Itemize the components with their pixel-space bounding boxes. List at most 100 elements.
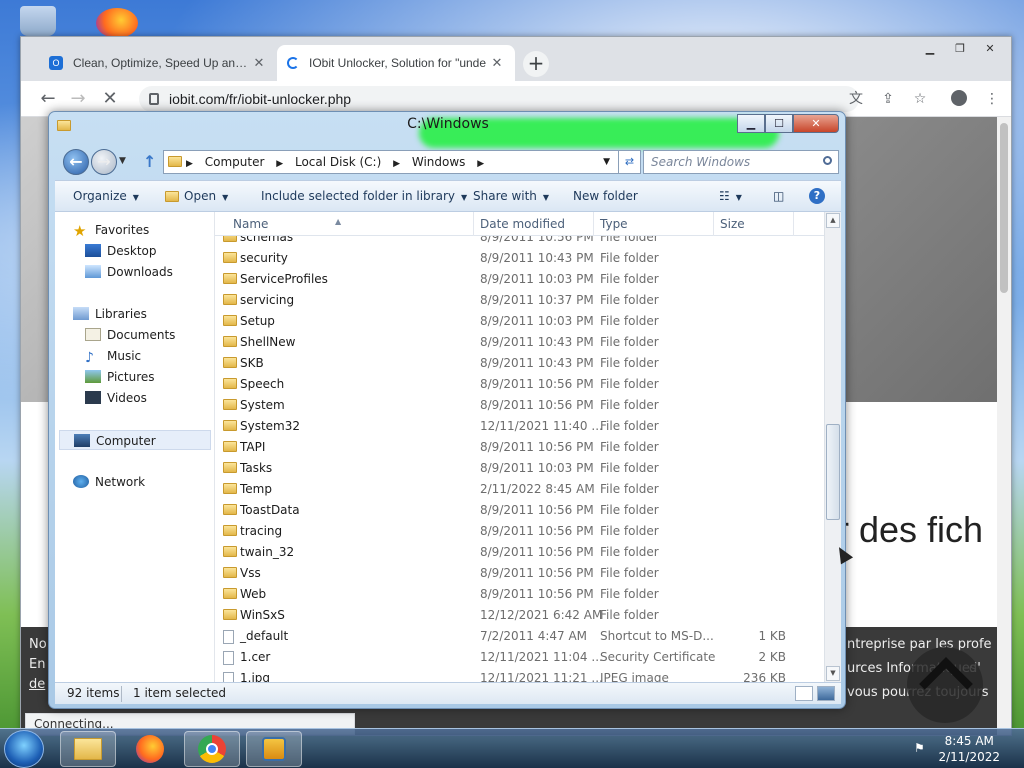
- footer-link[interactable]: de: [29, 677, 45, 692]
- file-row[interactable]: twain_32 8/9/2011 10:56 PM File folder: [215, 542, 827, 563]
- recent-pages-dropdown-icon[interactable]: ▼: [119, 156, 126, 166]
- file-row[interactable]: Setup 8/9/2011 10:03 PM File folder: [215, 311, 827, 332]
- breadcrumb-arrow-icon[interactable]: ▶: [477, 159, 484, 169]
- menu-dots-icon[interactable]: ⋮: [983, 90, 1001, 108]
- file-row[interactable]: System 8/9/2011 10:56 PM File folder: [215, 395, 827, 416]
- file-row[interactable]: SKB 8/9/2011 10:43 PM File folder: [215, 353, 827, 374]
- include-in-library-button[interactable]: Include selected folder in library ▼: [261, 181, 467, 211]
- refresh-icon[interactable]: ⇄: [619, 150, 641, 174]
- restore-button[interactable]: ❐: [947, 39, 973, 57]
- system-clock[interactable]: 8:45 AM 2/11/2022: [938, 733, 1000, 765]
- address-bar[interactable]: iobit.com/fr/iobit-unlocker.php: [139, 86, 859, 112]
- column-divider[interactable]: [593, 212, 594, 236]
- scroll-up-arrow-icon[interactable]: ▲: [826, 213, 840, 228]
- column-date-modified[interactable]: Date modified: [480, 217, 565, 231]
- file-row[interactable]: TAPI 8/9/2011 10:56 PM File folder: [215, 437, 827, 458]
- scrollbar-thumb[interactable]: [826, 424, 840, 520]
- taskbar-chrome[interactable]: [184, 731, 240, 767]
- page-scrollbar[interactable]: [997, 117, 1011, 735]
- large-icons-view-icon[interactable]: [817, 686, 835, 701]
- address-bar[interactable]: ▶ Computer ▶ Local Disk (C:) ▶ Windows ▶…: [163, 150, 619, 174]
- file-row[interactable]: 1.jpg 12/11/2021 11:21 ... JPEG image 236 K…: [215, 668, 827, 682]
- file-row[interactable]: security 8/9/2011 10:43 PM File folder: [215, 248, 827, 269]
- column-divider[interactable]: [793, 212, 794, 236]
- breadcrumb-computer[interactable]: Computer: [205, 155, 265, 169]
- close-button[interactable]: ✕: [977, 39, 1003, 57]
- action-center-flag-icon[interactable]: ⚑: [914, 741, 925, 755]
- stop-loading-icon[interactable]: ✕: [99, 88, 121, 110]
- column-name[interactable]: Name: [233, 217, 268, 231]
- scroll-to-top-button[interactable]: [907, 647, 983, 723]
- nav-pictures[interactable]: Pictures: [85, 367, 155, 387]
- tab-iobit-unlocker[interactable]: IObit Unlocker, Solution for "unde ✕: [277, 45, 515, 81]
- column-divider[interactable]: [713, 212, 714, 236]
- start-button[interactable]: [4, 730, 44, 768]
- preview-pane-icon[interactable]: ◫: [773, 181, 784, 211]
- file-row[interactable]: ToastData 8/9/2011 10:56 PM File folder: [215, 500, 827, 521]
- breadcrumb-arrow-icon[interactable]: ▶: [186, 159, 193, 169]
- file-row[interactable]: _default 7/2/2011 4:47 AM Shortcut to MS-D…: [215, 626, 827, 647]
- address-dropdown-icon[interactable]: ▼: [603, 151, 610, 173]
- file-row[interactable]: System32 12/11/2021 11:40 ... File folder: [215, 416, 827, 437]
- file-row[interactable]: Speech 8/9/2011 10:56 PM File folder: [215, 374, 827, 395]
- column-divider[interactable]: [473, 212, 474, 236]
- file-list-scrollbar[interactable]: ▲ ▼: [824, 212, 841, 682]
- nav-music[interactable]: ♪ Music: [85, 346, 141, 366]
- column-type[interactable]: Type: [600, 217, 628, 231]
- help-icon[interactable]: ?: [809, 188, 825, 204]
- close-tab-icon[interactable]: ✕: [489, 55, 505, 71]
- scroll-down-arrow-icon[interactable]: ▼: [826, 666, 840, 681]
- view-options-button[interactable]: ☷ ▼: [719, 181, 742, 211]
- scrollbar-thumb[interactable]: [1000, 123, 1008, 293]
- file-row[interactable]: schemas 8/9/2011 10:56 PM File folder: [215, 236, 827, 248]
- forward-arrow-icon[interactable]: →: [67, 88, 89, 110]
- file-row[interactable]: Vss 8/9/2011 10:56 PM File folder: [215, 563, 827, 584]
- forward-button[interactable]: →: [91, 149, 117, 175]
- firefox-desktop-icon[interactable]: [96, 8, 138, 38]
- nav-videos[interactable]: Videos: [85, 388, 147, 408]
- taskbar-iobit-unlocker[interactable]: [246, 731, 302, 767]
- search-icon[interactable]: [823, 156, 832, 165]
- taskbar-firefox[interactable]: [122, 731, 178, 767]
- file-row[interactable]: Temp 2/11/2022 8:45 AM File folder: [215, 479, 827, 500]
- new-folder-button[interactable]: New folder: [573, 181, 638, 211]
- organize-button[interactable]: Organize ▼: [73, 181, 139, 211]
- nav-documents[interactable]: Documents: [85, 325, 175, 345]
- new-tab-button[interactable]: +: [523, 51, 549, 77]
- share-with-button[interactable]: Share with ▼: [473, 181, 549, 211]
- nav-computer[interactable]: Computer: [59, 430, 211, 450]
- profile-avatar-icon[interactable]: [951, 90, 967, 106]
- breadcrumb-arrow-icon[interactable]: ▶: [393, 159, 400, 169]
- back-arrow-icon[interactable]: ←: [37, 88, 59, 110]
- nav-network[interactable]: Network: [73, 472, 145, 492]
- recycle-bin-icon[interactable]: [20, 6, 56, 36]
- breadcrumb-arrow-icon[interactable]: ▶: [276, 159, 283, 169]
- nav-favorites[interactable]: ★ Favorites: [73, 220, 149, 240]
- tab-iobit-home[interactable]: O Clean, Optimize, Speed Up and Se ✕: [39, 45, 277, 81]
- file-row[interactable]: WinSxS 12/12/2021 6:42 AM File folder: [215, 605, 827, 626]
- file-row[interactable]: Tasks 8/9/2011 10:03 PM File folder: [215, 458, 827, 479]
- translate-icon[interactable]: 文: [847, 90, 865, 108]
- breadcrumb-local-disk[interactable]: Local Disk (C:): [295, 155, 381, 169]
- details-view-icon[interactable]: [795, 686, 813, 701]
- file-row[interactable]: ShellNew 8/9/2011 10:43 PM File folder: [215, 332, 827, 353]
- file-row[interactable]: ServiceProfiles 8/9/2011 10:03 PM File fol…: [215, 269, 827, 290]
- minimize-button[interactable]: ▁: [737, 114, 765, 133]
- back-button[interactable]: ←: [63, 149, 89, 175]
- nav-libraries[interactable]: Libraries: [73, 304, 147, 324]
- column-size[interactable]: Size: [720, 217, 745, 231]
- file-row[interactable]: Web 8/9/2011 10:56 PM File folder: [215, 584, 827, 605]
- maximize-button[interactable]: ☐: [765, 114, 793, 133]
- close-tab-icon[interactable]: ✕: [251, 55, 267, 71]
- search-input[interactable]: Search Windows: [643, 150, 839, 174]
- minimize-button[interactable]: ▁: [917, 39, 943, 57]
- taskbar-explorer[interactable]: [60, 731, 116, 767]
- open-button[interactable]: Open ▼: [165, 181, 228, 211]
- nav-downloads[interactable]: Downloads: [85, 262, 173, 282]
- file-row[interactable]: servicing 8/9/2011 10:37 PM File folder: [215, 290, 827, 311]
- bookmark-star-icon[interactable]: ☆: [911, 90, 929, 108]
- breadcrumb-windows[interactable]: Windows: [412, 155, 466, 169]
- file-row[interactable]: 1.cer 12/11/2021 11:04 ... Security Certif…: [215, 647, 827, 668]
- nav-desktop[interactable]: Desktop: [85, 241, 157, 261]
- share-icon[interactable]: ⇪: [879, 90, 897, 108]
